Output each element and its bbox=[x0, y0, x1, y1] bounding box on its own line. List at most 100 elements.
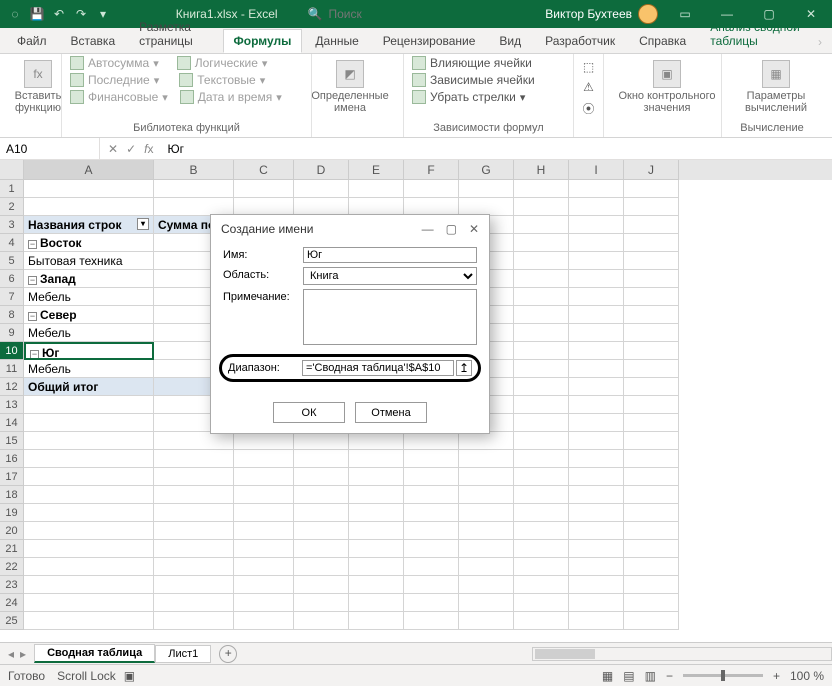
cell[interactable] bbox=[294, 612, 349, 630]
cell[interactable] bbox=[569, 360, 624, 378]
cell[interactable] bbox=[154, 432, 234, 450]
tab-pivot-analysis[interactable]: Анализ сводной таблицы bbox=[699, 15, 812, 53]
save-icon[interactable]: 💾 bbox=[30, 7, 44, 21]
cell[interactable] bbox=[24, 468, 154, 486]
cell[interactable] bbox=[459, 450, 514, 468]
cell[interactable] bbox=[514, 360, 569, 378]
row-header[interactable]: 1 bbox=[0, 180, 24, 198]
cell[interactable] bbox=[234, 486, 294, 504]
cell[interactable] bbox=[154, 540, 234, 558]
collapse-icon[interactable]: − bbox=[28, 240, 37, 249]
view-normal-icon[interactable]: ▦ bbox=[602, 669, 613, 683]
cell[interactable] bbox=[24, 180, 154, 198]
cell[interactable] bbox=[294, 504, 349, 522]
row-header[interactable]: 5 bbox=[0, 252, 24, 270]
cell[interactable] bbox=[294, 522, 349, 540]
watch-window-button[interactable]: ▣ Окно контрольного значения bbox=[612, 56, 722, 114]
evaluate-icon[interactable]: ⦿ bbox=[582, 100, 594, 117]
cell[interactable] bbox=[569, 288, 624, 306]
cell[interactable] bbox=[514, 180, 569, 198]
cell[interactable] bbox=[154, 468, 234, 486]
comment-textarea[interactable] bbox=[303, 289, 477, 345]
cell[interactable] bbox=[404, 504, 459, 522]
search-box[interactable]: 🔍 bbox=[308, 7, 488, 21]
cell[interactable] bbox=[624, 378, 679, 396]
cell[interactable] bbox=[234, 468, 294, 486]
cell[interactable]: Мебель bbox=[24, 288, 154, 306]
cell[interactable] bbox=[624, 198, 679, 216]
row-header[interactable]: 20 bbox=[0, 522, 24, 540]
cell[interactable] bbox=[569, 594, 624, 612]
cell[interactable] bbox=[624, 252, 679, 270]
row-header[interactable]: 23 bbox=[0, 576, 24, 594]
cell[interactable] bbox=[569, 270, 624, 288]
scope-select[interactable]: Книга bbox=[303, 267, 477, 285]
recent-button[interactable]: Последние ▾Текстовые ▾ bbox=[70, 73, 303, 87]
cell[interactable] bbox=[459, 468, 514, 486]
cell[interactable] bbox=[514, 576, 569, 594]
zoom-slider[interactable] bbox=[683, 674, 763, 677]
row-header[interactable]: 8 bbox=[0, 306, 24, 324]
tab-layout[interactable]: Разметка страницы bbox=[128, 15, 220, 53]
cell[interactable] bbox=[514, 432, 569, 450]
cell[interactable] bbox=[624, 342, 679, 360]
row-header[interactable]: 14 bbox=[0, 414, 24, 432]
cell[interactable] bbox=[569, 198, 624, 216]
cell[interactable] bbox=[404, 486, 459, 504]
cell[interactable] bbox=[24, 486, 154, 504]
qat-dropdown-icon[interactable]: ▾ bbox=[96, 7, 110, 21]
cell[interactable] bbox=[624, 270, 679, 288]
enter-formula-icon[interactable]: ✓ bbox=[126, 142, 136, 156]
cell[interactable] bbox=[569, 612, 624, 630]
cell[interactable] bbox=[459, 594, 514, 612]
show-formulas-icon[interactable]: ⬚ bbox=[583, 60, 594, 74]
tab-formulas[interactable]: Формулы bbox=[223, 29, 303, 53]
cell[interactable] bbox=[514, 504, 569, 522]
column-header[interactable]: H bbox=[514, 160, 569, 180]
cell[interactable] bbox=[404, 468, 459, 486]
cell[interactable] bbox=[294, 576, 349, 594]
tab-review[interactable]: Рецензирование bbox=[372, 29, 487, 53]
cell[interactable] bbox=[569, 324, 624, 342]
zoom-out-icon[interactable]: − bbox=[666, 669, 673, 683]
cell[interactable]: −Юг bbox=[24, 342, 154, 360]
cell[interactable] bbox=[154, 612, 234, 630]
row-header[interactable]: 6 bbox=[0, 270, 24, 288]
column-header[interactable]: G bbox=[459, 160, 514, 180]
cell[interactable] bbox=[624, 504, 679, 522]
cell[interactable] bbox=[569, 576, 624, 594]
range-picker-icon[interactable]: ↥ bbox=[456, 360, 472, 376]
column-header[interactable]: A bbox=[24, 160, 154, 180]
cell[interactable] bbox=[234, 522, 294, 540]
cell[interactable] bbox=[514, 450, 569, 468]
cell[interactable] bbox=[624, 414, 679, 432]
cell[interactable] bbox=[24, 540, 154, 558]
row-header[interactable]: 11 bbox=[0, 360, 24, 378]
cell[interactable] bbox=[514, 414, 569, 432]
column-header[interactable]: D bbox=[294, 160, 349, 180]
cell[interactable] bbox=[459, 612, 514, 630]
cell[interactable] bbox=[24, 396, 154, 414]
formula-input[interactable] bbox=[167, 142, 826, 156]
cell[interactable]: −Восток bbox=[24, 234, 154, 252]
cell[interactable] bbox=[569, 450, 624, 468]
row-header[interactable]: 3 bbox=[0, 216, 24, 234]
defined-names-button[interactable]: ◩ Определенные имена bbox=[320, 56, 380, 114]
cell[interactable] bbox=[569, 414, 624, 432]
cell[interactable] bbox=[569, 252, 624, 270]
row-header[interactable]: 17 bbox=[0, 468, 24, 486]
cell[interactable] bbox=[234, 504, 294, 522]
cell[interactable] bbox=[234, 612, 294, 630]
range-input[interactable] bbox=[302, 360, 454, 376]
cell[interactable] bbox=[569, 342, 624, 360]
sheet-next-icon[interactable]: ▸ bbox=[20, 647, 26, 661]
collapse-icon[interactable]: − bbox=[28, 276, 37, 285]
cell[interactable] bbox=[459, 486, 514, 504]
cell[interactable] bbox=[294, 450, 349, 468]
cell[interactable] bbox=[624, 612, 679, 630]
cell[interactable] bbox=[624, 324, 679, 342]
cell[interactable] bbox=[514, 270, 569, 288]
cell[interactable] bbox=[514, 324, 569, 342]
cell[interactable] bbox=[24, 450, 154, 468]
cell[interactable] bbox=[404, 522, 459, 540]
